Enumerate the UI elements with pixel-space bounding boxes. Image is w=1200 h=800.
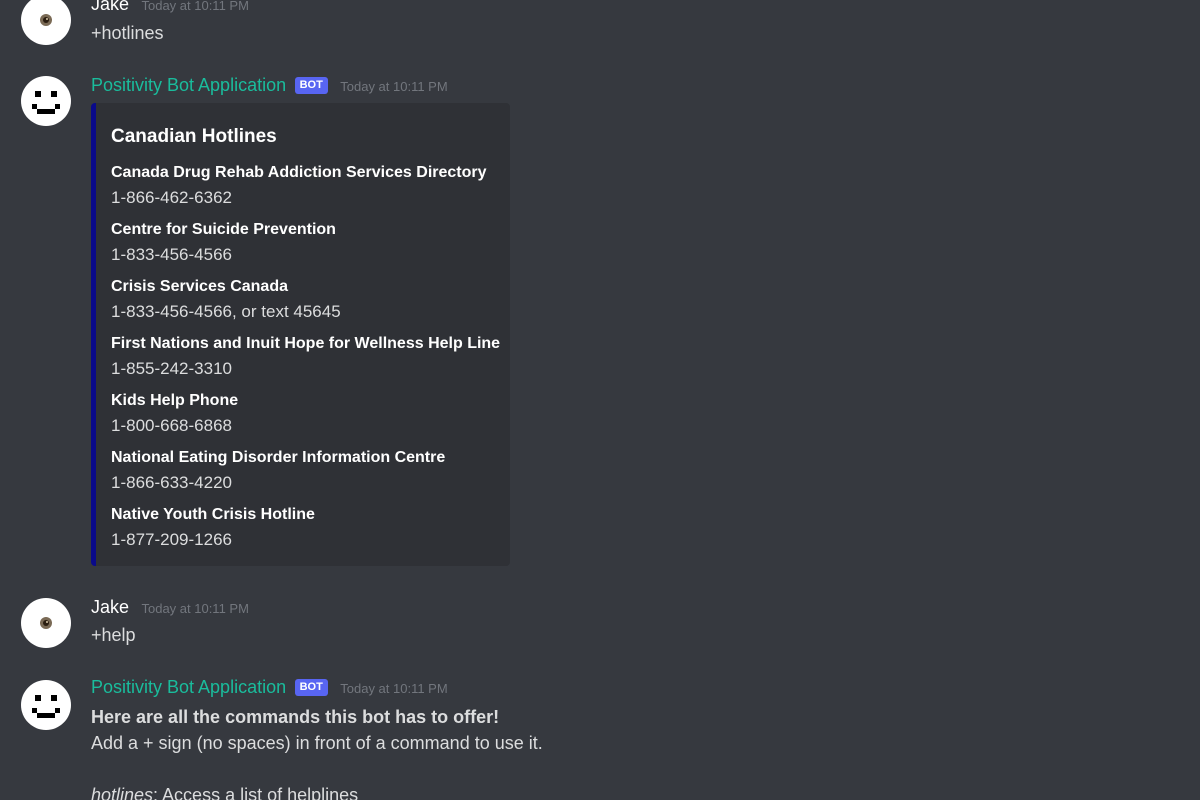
field-name: National Eating Disorder Information Cen… <box>111 449 446 466</box>
embed-field: National Eating Disorder Information Cen… <box>111 446 510 495</box>
field-value: 1-866-633-4220 <box>111 473 232 492</box>
bot-tag-badge: BOT <box>294 77 328 94</box>
message-header: Jake Today at 10:11 PM <box>91 597 249 618</box>
field-value: 1-833-456-4566, or text 45645 <box>111 302 341 321</box>
message-header: Positivity Bot Application BOT Today at … <box>91 75 448 97</box>
field-name: First Nations and Inuit Hope for Wellnes… <box>111 335 501 352</box>
bot-avatar[interactable] <box>21 680 71 730</box>
bot-avatar[interactable] <box>21 76 71 126</box>
smiley-avatar-icon <box>32 91 60 114</box>
embed-title: Canadian Hotlines <box>111 126 277 147</box>
bot-tag-badge: BOT <box>294 679 328 696</box>
message-text: +hotlines <box>91 23 164 43</box>
field-name: Native Youth Crisis Hotline <box>111 506 315 523</box>
message-header: Jake Today at 10:11 PM <box>91 0 249 15</box>
field-name: Kids Help Phone <box>111 392 239 409</box>
field-name: Centre for Suicide Prevention <box>111 221 336 238</box>
command-description: : Access a list of helplines <box>153 785 359 800</box>
embed-field: Canada Drug Rehab Addiction Services Dir… <box>111 161 510 210</box>
embed-field: Crisis Services Canada 1-833-456-4566, o… <box>111 275 510 324</box>
help-instruction: Add a + sign (no spaces) in front of a c… <box>91 733 543 753</box>
timestamp: Today at 10:11 PM <box>340 681 448 696</box>
timestamp: Today at 10:11 PM <box>141 601 249 616</box>
field-name: Canada Drug Rehab Addiction Services Dir… <box>111 164 487 181</box>
field-value: 1-833-456-4566 <box>111 245 232 264</box>
field-value: 1-855-242-3310 <box>111 359 232 378</box>
message-text: +help <box>91 625 136 645</box>
embed-field: Native Youth Crisis Hotline 1-877-209-12… <box>111 503 510 552</box>
help-message-body: Here are all the commands this bot has t… <box>91 704 543 800</box>
bot-username[interactable]: Positivity Bot Application <box>91 75 286 95</box>
bot-username[interactable]: Positivity Bot Application <box>91 677 286 697</box>
field-value: 1-800-668-6868 <box>111 416 232 435</box>
command-name: hotlines <box>91 785 154 800</box>
smiley-avatar-icon <box>32 695 60 718</box>
field-value: 1-877-209-1266 <box>111 530 232 549</box>
user-avatar[interactable] <box>21 0 71 45</box>
chat-message-list[interactable]: Jake Today at 10:11 PM +hotlines Positiv… <box>0 0 1200 800</box>
field-value: 1-866-462-6362 <box>111 188 232 207</box>
embed-field: Kids Help Phone 1-800-668-6868 <box>111 389 510 438</box>
embed-field: Centre for Suicide Prevention 1-833-456-… <box>111 218 510 267</box>
eye-avatar-icon <box>40 14 52 26</box>
username[interactable]: Jake <box>91 597 129 617</box>
embed-field: First Nations and Inuit Hope for Wellnes… <box>111 332 510 381</box>
field-name: Crisis Services Canada <box>111 278 288 295</box>
eye-avatar-icon <box>40 617 52 629</box>
help-heading: Here are all the commands this bot has t… <box>91 707 500 727</box>
hotlines-embed: Canadian Hotlines Canada Drug Rehab Addi… <box>91 103 510 566</box>
username[interactable]: Jake <box>91 0 129 14</box>
user-avatar[interactable] <box>21 598 71 648</box>
timestamp: Today at 10:11 PM <box>141 0 249 13</box>
command-entry: hotlines: Access a list of helplines <box>91 782 543 800</box>
message-header: Positivity Bot Application BOT Today at … <box>91 677 448 699</box>
timestamp: Today at 10:11 PM <box>340 79 448 94</box>
